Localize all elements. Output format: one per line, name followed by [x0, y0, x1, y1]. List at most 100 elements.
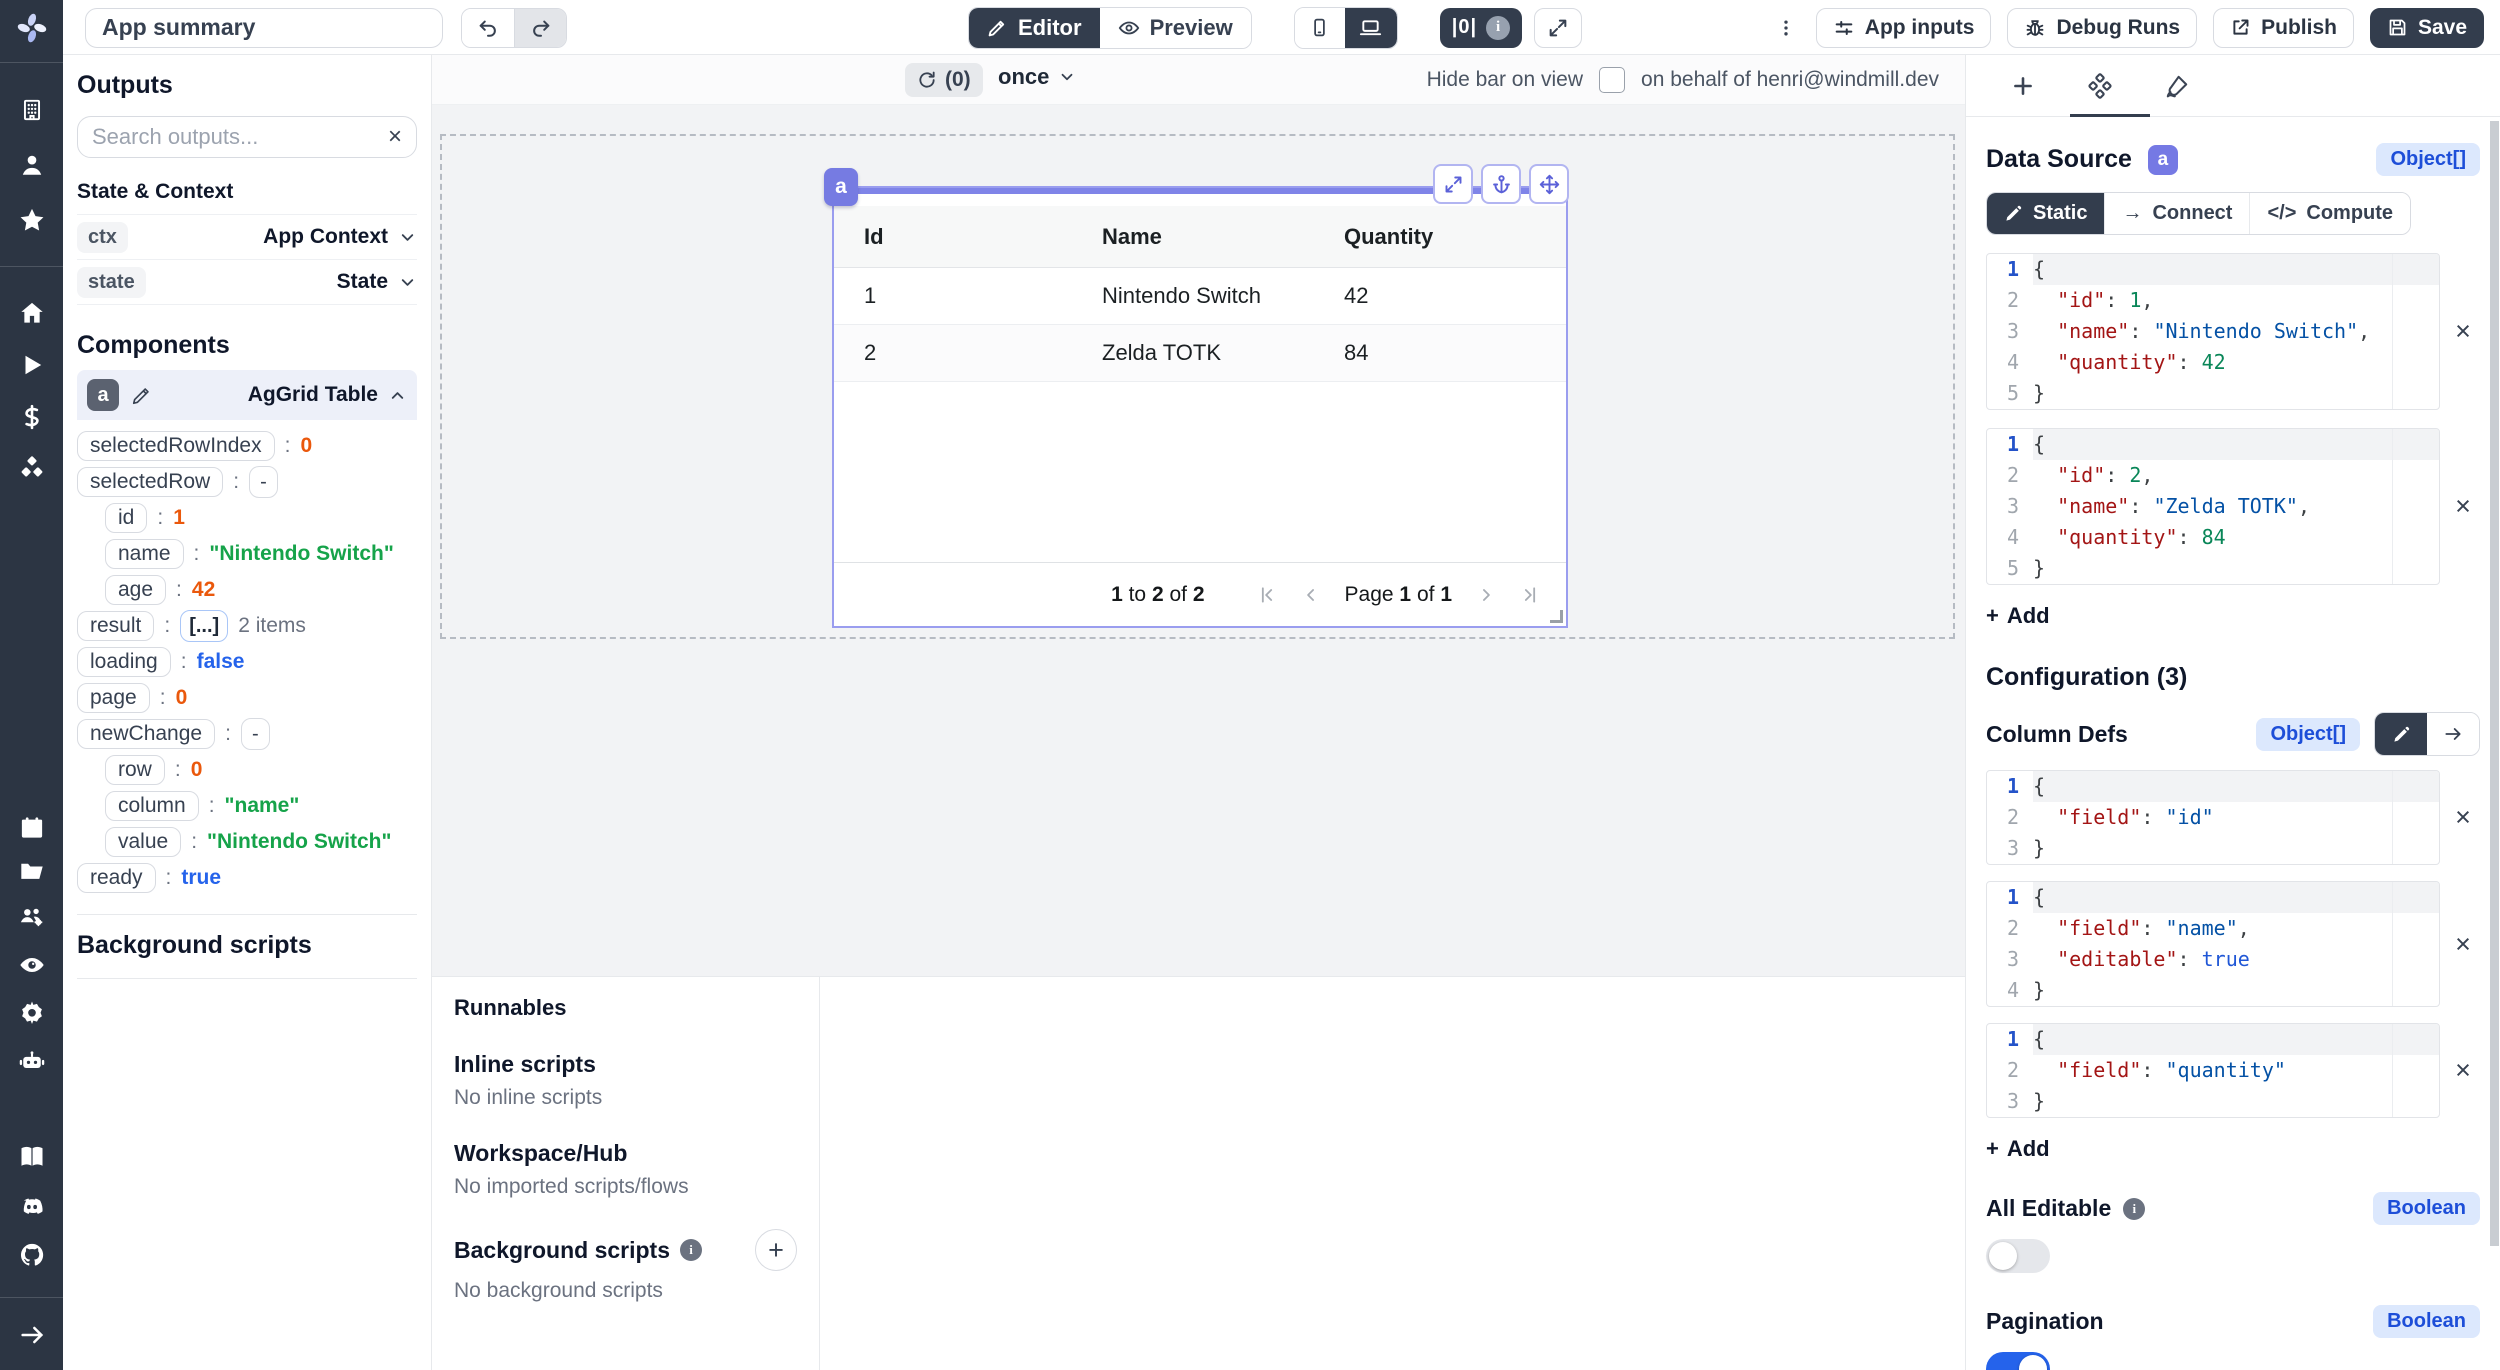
fullscreen-button[interactable]: [1534, 8, 1582, 48]
static-mode-tab[interactable]: Static: [1987, 193, 2104, 234]
remove-item-button[interactable]: ×: [2446, 316, 2480, 347]
json-editor[interactable]: 1{2 "id": 1,3 "name": "Nintendo Switch",…: [1986, 253, 2440, 410]
scrollbar-thumb[interactable]: [2490, 121, 2499, 1246]
github-icon[interactable]: [18, 1241, 46, 1269]
json-editor[interactable]: 1{2 "field": "name",3 "editable": true4}: [1986, 881, 2440, 1007]
publish-button[interactable]: Publish: [2213, 8, 2354, 48]
app-inputs-button[interactable]: App inputs: [1816, 8, 1992, 48]
output-row: selectedRowIndex:0: [77, 428, 417, 464]
preview-tab[interactable]: Preview: [1100, 8, 1251, 48]
settings-icon[interactable]: [18, 1000, 45, 1027]
remove-item-button[interactable]: ×: [2446, 1055, 2480, 1086]
component-a-row[interactable]: a AgGrid Table: [77, 370, 417, 420]
save-button[interactable]: Save: [2370, 8, 2484, 48]
remove-item-button[interactable]: ×: [2446, 929, 2480, 960]
column-defs-title: Column Defs: [1986, 721, 2128, 748]
collapse-arrow-icon[interactable]: [18, 1321, 46, 1349]
info-icon: i: [680, 1239, 702, 1261]
top-toolbar: Editor Preview |0| i: [63, 0, 2500, 55]
edit-mode-button[interactable]: [2375, 713, 2427, 755]
search-outputs-input[interactable]: [92, 124, 380, 150]
workspace-icon[interactable]: [19, 97, 45, 123]
discord-icon[interactable]: [18, 1193, 46, 1221]
table-row[interactable]: 2 Zelda TOTK 84: [834, 325, 1566, 382]
aggrid-table-component[interactable]: a Id Name Quantity 1 Nintendo S: [832, 186, 1568, 628]
rail-divider: [0, 1297, 63, 1298]
column-header[interactable]: Id: [864, 224, 1102, 250]
redo-button[interactable]: [514, 9, 566, 47]
connect-mode-button[interactable]: [2427, 713, 2479, 755]
eye-icon: [1118, 17, 1140, 39]
next-page-button[interactable]: [1476, 585, 1496, 605]
anchor-component-button[interactable]: [1481, 164, 1521, 204]
anchor-icon: [1491, 174, 1512, 195]
docs-icon[interactable]: [18, 1143, 46, 1171]
folders-icon[interactable]: [18, 858, 45, 885]
data-source-title: Data Source: [1986, 145, 2132, 174]
json-editor[interactable]: 1{2 "id": 2,3 "name": "Zelda TOTK",4 "qu…: [1986, 428, 2440, 585]
remove-item-button[interactable]: ×: [2446, 802, 2480, 833]
audit-logs-icon[interactable]: [18, 951, 46, 979]
add-data-item-button[interactable]: + Add: [1986, 603, 2480, 629]
add-background-script-button[interactable]: +: [755, 1229, 797, 1271]
all-editable-title: All Editable: [1986, 1195, 2111, 1222]
debug-outputs-toggle[interactable]: |0| i: [1440, 8, 1522, 48]
workers-icon[interactable]: [18, 1047, 46, 1075]
pagination-toggle[interactable]: [1986, 1352, 2050, 1370]
schedules-icon[interactable]: [18, 815, 45, 842]
resize-handle[interactable]: [1550, 610, 1563, 623]
all-editable-toggle[interactable]: [1986, 1239, 2050, 1273]
app-sidebar-rail: [0, 0, 63, 1370]
editor-tab[interactable]: Editor: [969, 8, 1100, 48]
desktop-view-button[interactable]: [1345, 8, 1397, 48]
active-tab-indicator: [2070, 114, 2150, 117]
canvas-grid[interactable]: a Id Name Quantity 1 Nintendo S: [432, 105, 1965, 976]
output-row: name:"Nintendo Switch": [105, 536, 417, 572]
connect-mode-tab[interactable]: → Connect: [2104, 193, 2249, 234]
insert-component-tab[interactable]: [2010, 73, 2036, 99]
output-row: id:1: [105, 500, 417, 536]
more-menu-button[interactable]: [1772, 15, 1800, 41]
move-component-button[interactable]: [1529, 164, 1569, 204]
variables-icon[interactable]: [19, 404, 45, 430]
expand-component-button[interactable]: [1433, 164, 1473, 204]
json-editor[interactable]: 1{2 "field": "id"3}: [1986, 770, 2440, 865]
user-icon[interactable]: [19, 152, 45, 178]
sliders-icon: [1833, 17, 1855, 39]
resources-icon[interactable]: [18, 455, 45, 482]
remove-item-button[interactable]: ×: [2446, 491, 2480, 522]
favorites-icon[interactable]: [18, 206, 46, 234]
home-icon[interactable]: [18, 300, 45, 327]
clear-search-icon[interactable]: ×: [388, 125, 402, 149]
groups-icon[interactable]: [18, 903, 46, 931]
row-range-text: 1 to 2 of 2: [1111, 583, 1204, 607]
component-badge[interactable]: a: [824, 168, 858, 206]
last-page-button[interactable]: [1520, 585, 1540, 605]
background-scripts-empty: No background scripts: [454, 1279, 797, 1303]
search-outputs-box: ×: [77, 116, 417, 158]
runs-icon[interactable]: [19, 352, 45, 378]
undo-button[interactable]: [462, 9, 514, 47]
component-settings-tab[interactable]: [2086, 72, 2114, 100]
compute-mode-tab[interactable]: </> Compute: [2249, 193, 2410, 234]
ctx-row[interactable]: ctx App Context: [77, 215, 417, 260]
table-row[interactable]: 1 Nintendo Switch 42: [834, 268, 1566, 325]
ctx-key: ctx: [77, 222, 128, 253]
column-header[interactable]: Quantity: [1344, 224, 1566, 250]
json-editor[interactable]: 1{2 "field": "quantity"3}: [1986, 1023, 2440, 1118]
styling-tab[interactable]: [2164, 73, 2190, 99]
component-settings-panel: Data Source a Object[] Static → Connect …: [1965, 55, 2500, 1370]
add-column-def-button[interactable]: + Add: [1986, 1136, 2480, 1162]
prev-page-button[interactable]: [1301, 585, 1321, 605]
state-row[interactable]: state State: [77, 260, 417, 305]
debug-runs-button[interactable]: Debug Runs: [2007, 8, 2197, 48]
recompute-mode-select[interactable]: once: [998, 64, 1076, 90]
windmill-logo[interactable]: [15, 11, 49, 45]
refresh-button[interactable]: (0): [905, 63, 983, 97]
first-page-button[interactable]: [1257, 585, 1277, 605]
column-header[interactable]: Name: [1102, 224, 1344, 250]
app-summary-input[interactable]: [85, 8, 443, 48]
mobile-view-button[interactable]: [1295, 8, 1345, 48]
hide-bar-checkbox[interactable]: [1599, 67, 1625, 93]
output-row: selectedRow:-: [77, 464, 417, 500]
